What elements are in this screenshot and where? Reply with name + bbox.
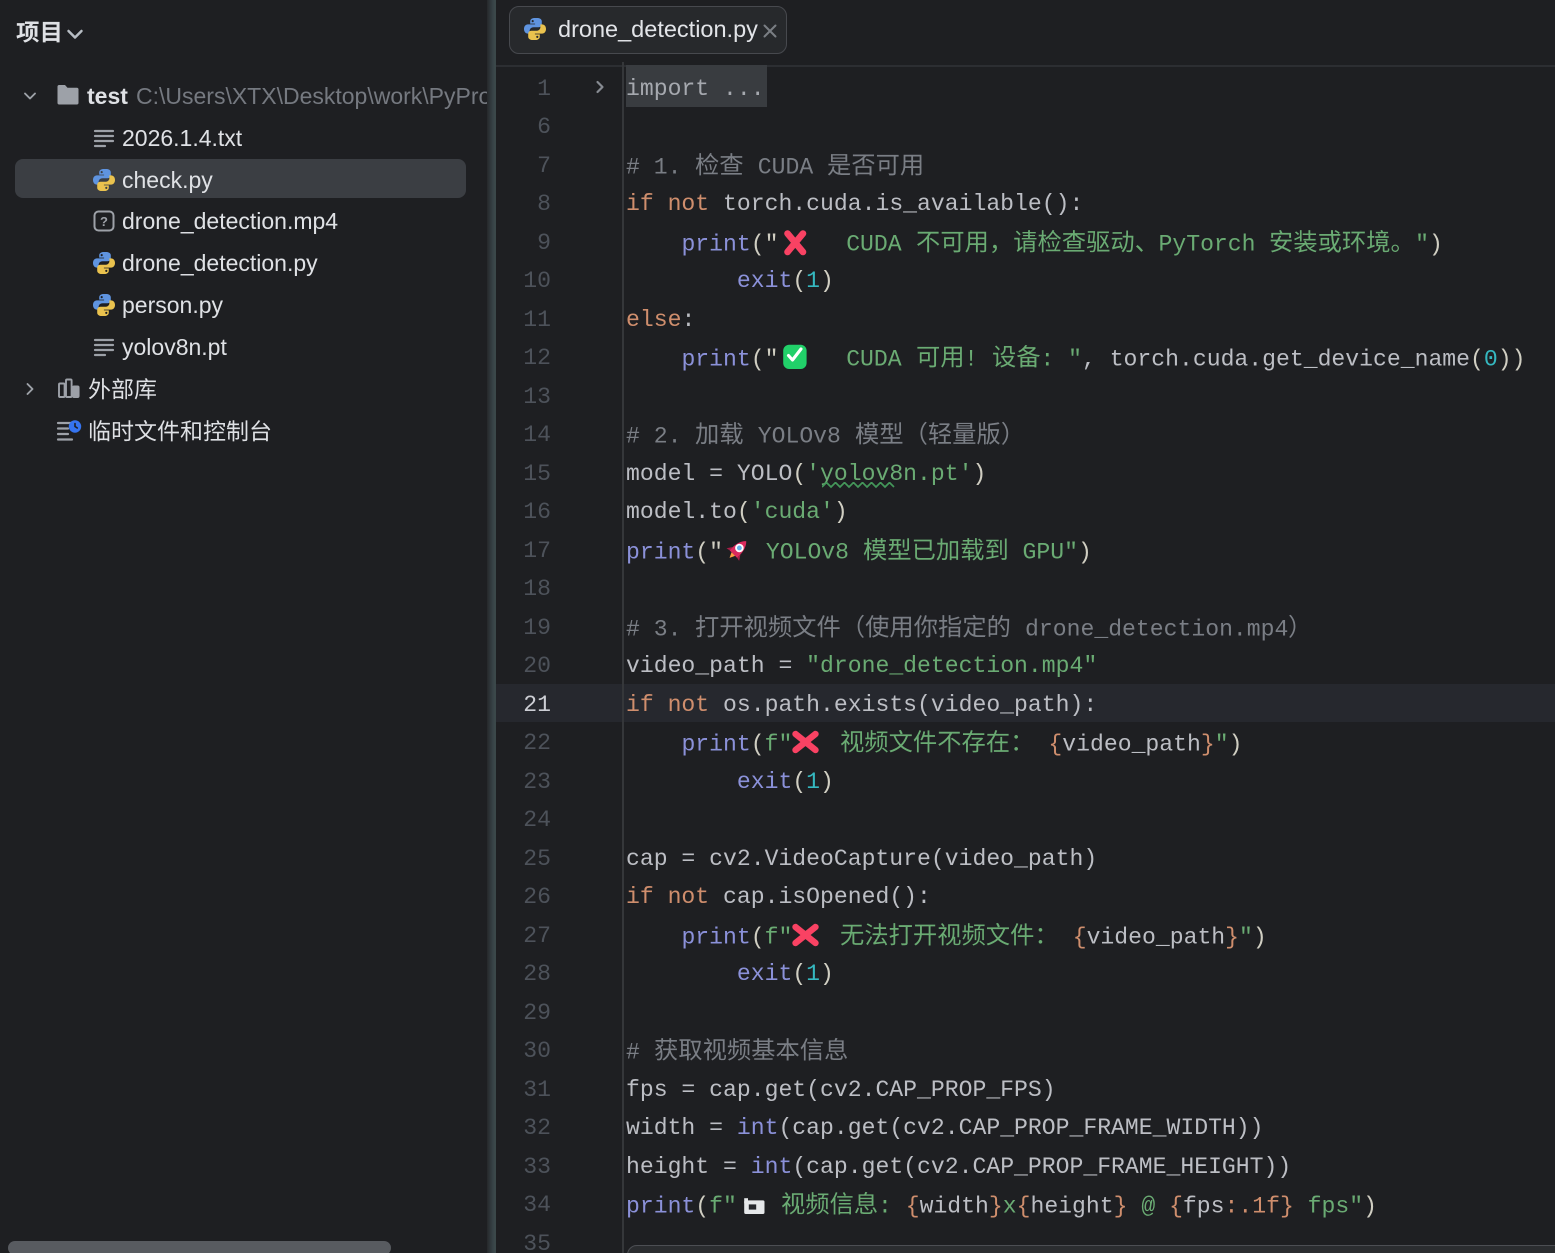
svg-text:?: ?	[100, 214, 108, 229]
